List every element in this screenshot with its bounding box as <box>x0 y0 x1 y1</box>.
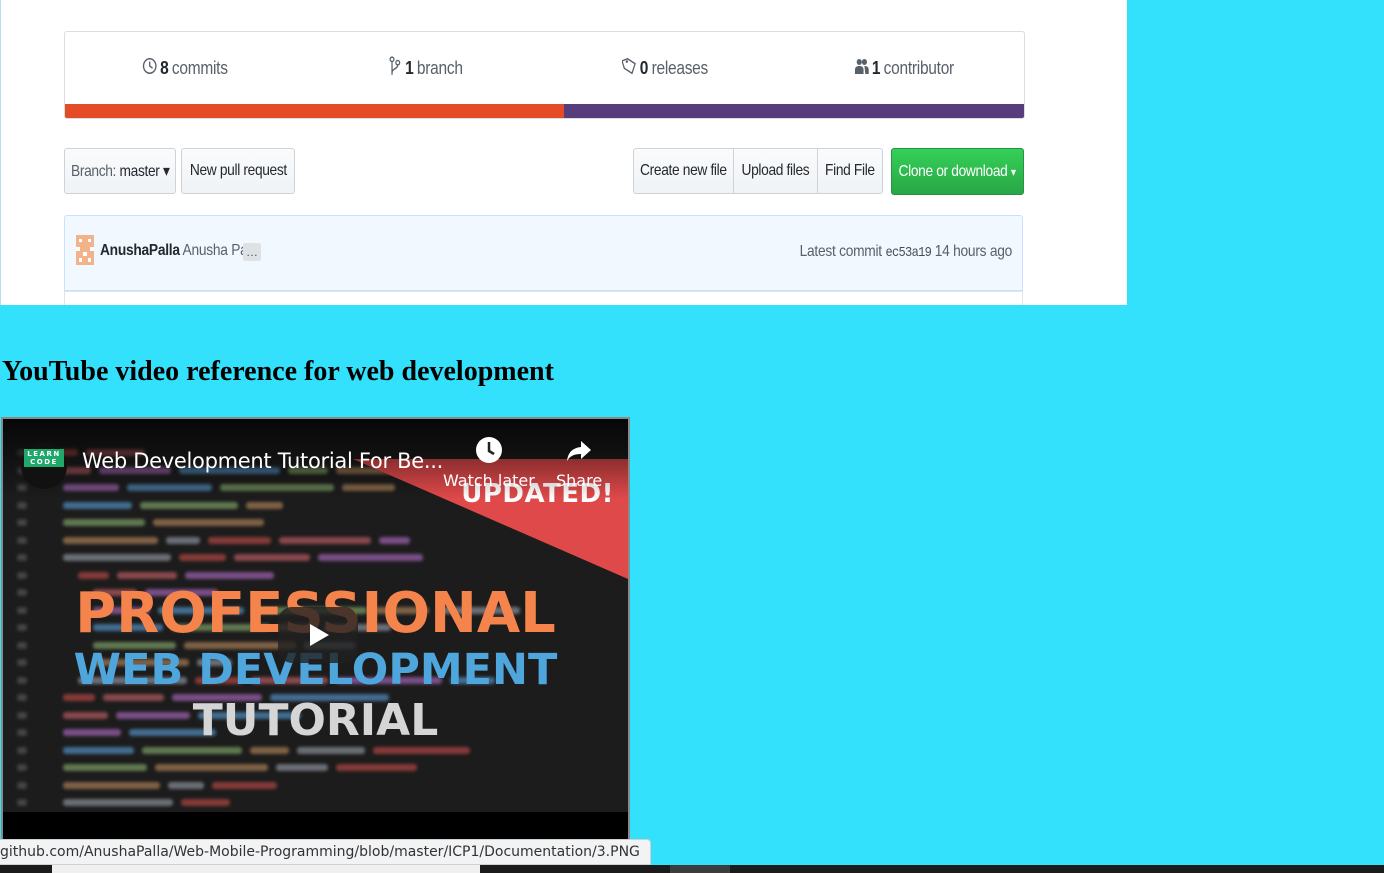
commits-link[interactable]: 8 commits <box>82 56 288 81</box>
branch-count: 1 <box>404 57 414 78</box>
channel-logo[interactable]: LEARN CODE <box>21 443 67 489</box>
taskbar-active-app[interactable] <box>670 865 730 873</box>
thumbnail-title-line3: TUTORIAL <box>192 695 439 746</box>
commit-message-expand-button[interactable]: … <box>243 243 261 261</box>
clone-or-download-label: Clone or download <box>898 162 1008 180</box>
watch-later-button[interactable]: Watch later <box>443 435 535 490</box>
branch-select-button[interactable]: Branch: master ▾ <box>64 148 176 194</box>
language-bar[interactable] <box>65 104 1024 118</box>
channel-logo-line2: CODE <box>30 458 58 466</box>
commit-time: 14 hours ago <box>934 243 1012 260</box>
numbers-summary: 8 commits 1 branch 0 releases 1 contribu… <box>64 31 1025 119</box>
create-new-file-button[interactable]: Create new file <box>633 148 734 194</box>
branch-icon <box>387 55 402 81</box>
commit-author: AnushaPalla Anusha Palla <box>100 242 261 260</box>
video-thumbnail[interactable]: UPDATED! PROFESSIONAL WEB DEVELOPMENT TU… <box>3 419 628 812</box>
caret-down-icon: ▾ <box>162 163 170 180</box>
channel-logo-line1: LEARN <box>27 450 61 458</box>
language-segment-css <box>563 104 1024 118</box>
page-heading: YouTube video reference for web developm… <box>2 356 554 387</box>
releases-label: releases <box>651 57 708 78</box>
watch-later-label: Watch later <box>443 471 535 490</box>
commits-count: 8 <box>160 57 169 78</box>
find-file-button[interactable]: Find File <box>817 148 883 194</box>
latest-commit-info: Latest commit ec53a19 14 hours ago <box>799 243 1013 261</box>
file-actions-group: Create new file Upload files Find File <box>633 148 883 194</box>
share-arrow-icon <box>567 441 592 461</box>
taskbar <box>0 865 1384 873</box>
avatar[interactable] <box>76 235 94 265</box>
branch-link[interactable]: 1 branch <box>322 55 528 81</box>
file-list-top-edge <box>64 291 1023 305</box>
create-new-file-label: Create new file <box>640 162 727 179</box>
taskbar-search-box[interactable] <box>52 865 480 873</box>
people-icon <box>854 56 869 81</box>
commits-label: commits <box>171 57 228 78</box>
status-bar-url: github.com/AnushaPalla/Web-Mobile-Progra… <box>0 839 651 865</box>
clock-icon <box>475 437 502 463</box>
releases-link[interactable]: 0 releases <box>561 56 767 81</box>
author-username-link[interactable]: AnushaPalla <box>100 242 180 259</box>
video-title-link[interactable]: Web Development Tutorial For Be... <box>82 449 443 473</box>
contributors-count: 1 <box>872 57 881 78</box>
contributors-link[interactable]: 1 contributor <box>801 56 1007 81</box>
play-icon <box>310 624 329 646</box>
upload-files-button[interactable]: Upload files <box>733 148 818 194</box>
commit-sha-link[interactable]: ec53a19 <box>885 245 931 261</box>
tag-icon <box>620 56 636 81</box>
releases-count: 0 <box>639 57 648 78</box>
latest-commit-bar: AnushaPalla Anusha Palla … Latest commit… <box>64 215 1023 291</box>
upload-files-label: Upload files <box>741 162 810 179</box>
commits-icon <box>142 56 157 81</box>
branch-select-value: master <box>119 163 160 180</box>
branch-label: branch <box>416 57 463 78</box>
find-file-label: Find File <box>825 162 875 179</box>
branch-select-prefix: Branch: <box>70 163 116 180</box>
caret-down-icon: ▾ <box>1011 164 1017 179</box>
new-pull-request-button[interactable]: New pull request <box>181 148 295 194</box>
contributors-label: contributor <box>883 57 955 78</box>
latest-commit-label: Latest commit <box>799 243 883 260</box>
play-button[interactable] <box>278 607 358 663</box>
github-repo-screenshot: 8 commits 1 branch 0 releases 1 contribu… <box>0 0 1127 305</box>
new-pull-request-label: New pull request <box>189 162 287 179</box>
share-button[interactable]: Share <box>556 435 602 490</box>
clone-or-download-button[interactable]: Clone or download ▾ <box>891 148 1024 195</box>
language-segment-html <box>65 104 564 118</box>
share-label: Share <box>556 471 603 490</box>
youtube-embed[interactable]: UPDATED! PROFESSIONAL WEB DEVELOPMENT TU… <box>1 417 630 853</box>
